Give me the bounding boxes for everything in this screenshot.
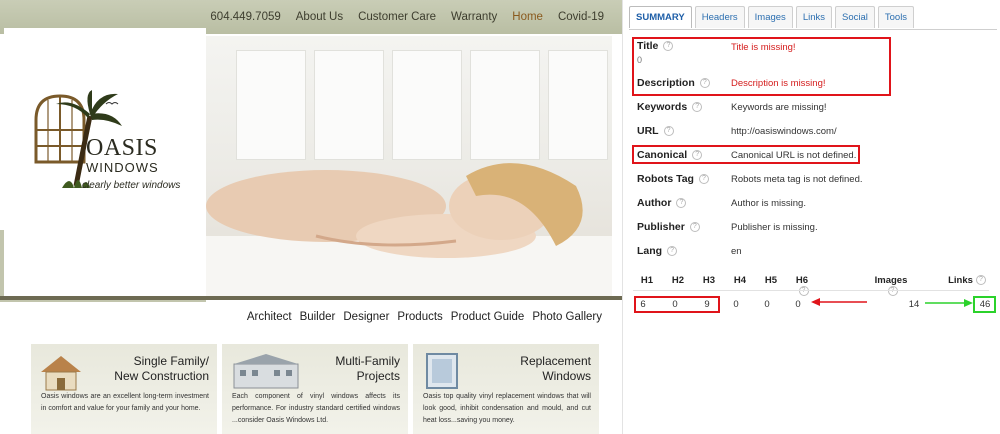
window-frame-icon bbox=[426, 353, 458, 389]
highlight-title-description bbox=[632, 37, 891, 96]
card-multi-family[interactable]: Multi-Family Projects Each component of … bbox=[222, 344, 408, 434]
card-title: Multi-Family Projects bbox=[335, 354, 400, 383]
stats-divider bbox=[633, 290, 989, 291]
green-arrow-icon bbox=[925, 299, 973, 307]
tab-summary[interactable]: SUMMARY bbox=[629, 6, 692, 28]
nav-phone[interactable]: 604.449.7059 bbox=[210, 11, 280, 23]
help-icon[interactable]: ? bbox=[663, 126, 674, 137]
seo-summary-panel: SUMMARY Headers Images Links Social Tool… bbox=[622, 0, 1000, 434]
h4-label: H4 bbox=[733, 275, 747, 286]
tab-images[interactable]: Images bbox=[747, 6, 793, 28]
images-count: 14 bbox=[908, 299, 920, 310]
card-title: Replacement Windows bbox=[520, 354, 591, 383]
help-icon[interactable]: ? bbox=[975, 275, 986, 286]
highlight-links bbox=[973, 296, 996, 313]
url-row-label: URL? bbox=[637, 125, 674, 137]
tab-social[interactable]: Social bbox=[835, 6, 875, 28]
subnav-products[interactable]: Products bbox=[397, 311, 442, 323]
card-text: Each component of vinyl windows affects … bbox=[232, 393, 400, 424]
lang-value: en bbox=[731, 246, 742, 257]
hero-section: 604.449.7059 About Us Customer Care Warr… bbox=[0, 0, 622, 302]
help-icon[interactable]: ? bbox=[667, 246, 678, 257]
hero-base-bar bbox=[0, 296, 622, 300]
help-icon[interactable]: ? bbox=[798, 286, 809, 297]
tab-tools[interactable]: Tools bbox=[877, 6, 915, 28]
subnav-architect[interactable]: Architect bbox=[247, 311, 292, 323]
h5-label: H5 bbox=[764, 275, 778, 286]
keywords-row-label: Keywords? bbox=[637, 101, 703, 113]
publisher-row-label: Publisher? bbox=[637, 221, 700, 233]
tab-links[interactable]: Links bbox=[795, 6, 832, 28]
h2-label: H2 bbox=[671, 275, 685, 286]
red-arrow-icon bbox=[811, 298, 867, 306]
secondary-navigation: Architect Builder Designer Products Prod… bbox=[239, 311, 602, 323]
h3-label: H3 bbox=[702, 275, 716, 286]
tab-divider bbox=[629, 29, 997, 30]
lang-row-label: Lang? bbox=[637, 245, 678, 257]
sleeping-woman-image bbox=[206, 163, 583, 258]
subnav-photo-gallery[interactable]: Photo Gallery bbox=[532, 311, 602, 323]
h4-count: 0 bbox=[733, 299, 739, 310]
robots-value: Robots meta tag is not defined. bbox=[731, 174, 863, 185]
top-navigation: 604.449.7059 About Us Customer Care Warr… bbox=[195, 0, 604, 34]
logo-subtitle: WINDOWS bbox=[86, 160, 159, 175]
h6-label: H6? bbox=[790, 275, 814, 297]
subnav-builder[interactable]: Builder bbox=[300, 311, 336, 323]
panel-tabs: SUMMARY Headers Images Links Social Tool… bbox=[629, 6, 917, 28]
nav-customer-care[interactable]: Customer Care bbox=[358, 11, 436, 23]
card-text: Oasis top quality vinyl replacement wind… bbox=[423, 393, 591, 424]
author-row-label: Author? bbox=[637, 197, 687, 209]
tab-headers[interactable]: Headers bbox=[694, 6, 745, 28]
card-title: Single Family/ New Construction bbox=[114, 354, 209, 383]
help-icon[interactable]: ? bbox=[698, 174, 709, 185]
help-icon[interactable]: ? bbox=[887, 286, 898, 297]
h6-count: 0 bbox=[795, 299, 801, 310]
hero-photo bbox=[196, 36, 612, 298]
house-icon bbox=[41, 356, 81, 391]
nav-covid-19[interactable]: Covid-19 bbox=[558, 11, 604, 23]
card-text: Oasis windows are an excellent long-term… bbox=[41, 393, 209, 412]
nav-about-us[interactable]: About Us bbox=[296, 11, 343, 23]
highlight-h1-h3 bbox=[634, 296, 720, 313]
card-single-family[interactable]: Single Family/ New Construction Oasis wi… bbox=[31, 344, 217, 434]
card-replacement[interactable]: Replacement Windows Oasis top quality vi… bbox=[413, 344, 599, 434]
help-icon[interactable]: ? bbox=[692, 102, 703, 113]
subnav-designer[interactable]: Designer bbox=[343, 311, 389, 323]
logo-title: OASIS bbox=[86, 135, 158, 161]
h5-count: 0 bbox=[764, 299, 770, 310]
highlight-canonical bbox=[632, 145, 860, 164]
nav-home[interactable]: Home bbox=[512, 11, 543, 23]
keywords-value: Keywords are missing! bbox=[731, 102, 827, 113]
links-label: Links? bbox=[947, 275, 987, 286]
nav-warranty[interactable]: Warranty bbox=[451, 11, 497, 23]
author-value: Author is missing. bbox=[731, 198, 806, 209]
publisher-value: Publisher is missing. bbox=[731, 222, 818, 233]
help-icon[interactable]: ? bbox=[689, 222, 700, 233]
robots-row-label: Robots Tag? bbox=[637, 173, 709, 185]
images-label: Images? bbox=[871, 275, 911, 297]
h1-label: H1 bbox=[640, 275, 654, 286]
website-screenshot: 604.449.7059 About Us Customer Care Warr… bbox=[0, 0, 622, 434]
subnav-product-guide[interactable]: Product Guide bbox=[451, 311, 525, 323]
logo-tagline: clearly better windows bbox=[82, 180, 181, 191]
help-icon[interactable]: ? bbox=[676, 198, 687, 209]
url-value[interactable]: http://oasiswindows.com/ bbox=[731, 126, 837, 137]
